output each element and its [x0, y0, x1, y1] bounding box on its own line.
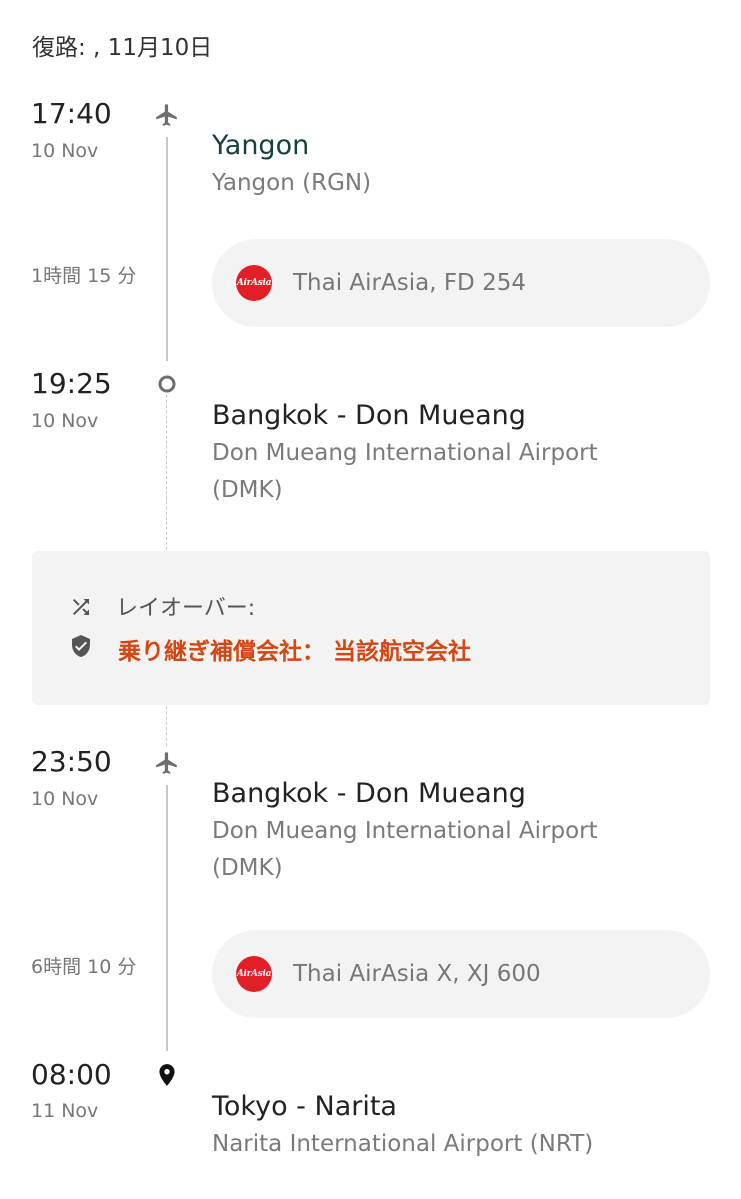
timeline-line — [166, 137, 168, 361]
arrival-date: 11 Nov — [31, 1100, 99, 1122]
departure-time: 17:40 — [31, 97, 112, 130]
shield-icon — [69, 634, 93, 658]
flight-number: Thai AirAsia X, XJ 600 — [293, 961, 541, 987]
departure-city: Bangkok - Don Mueang — [212, 778, 526, 809]
plane-icon — [154, 102, 180, 128]
flight-duration: 1時間 15 分 — [31, 265, 137, 287]
departure-time: 23:50 — [31, 745, 112, 778]
arrival-date: 10 Nov — [31, 410, 99, 432]
layover-box — [32, 551, 710, 705]
flight-number: Thai AirAsia, FD 254 — [293, 270, 526, 296]
arrival-time: 19:25 — [31, 367, 112, 400]
shuffle-icon — [69, 595, 93, 619]
location-pin-icon — [154, 1062, 180, 1088]
plane-icon — [154, 750, 180, 776]
departure-date: 10 Nov — [31, 140, 99, 162]
arrival-airport: Don Mueang International Airport (DMK) — [212, 440, 598, 503]
return-header: 復路: , 11月10日 — [32, 35, 213, 61]
airasia-logo: AirAsia — [236, 956, 272, 992]
timeline-dashed-line — [166, 706, 167, 746]
layover-label: レイオーバー: — [116, 596, 256, 621]
arrival-time: 08:00 — [31, 1058, 112, 1091]
departure-airport: Yangon (RGN) — [212, 170, 372, 196]
timeline-dashed-line — [166, 395, 167, 550]
arrival-airport: Narita International Airport (NRT) — [212, 1131, 594, 1157]
departure-date: 10 Nov — [31, 788, 99, 810]
flight-info-pill[interactable]: AirAsia Thai AirAsia, FD 254 — [212, 239, 710, 327]
departure-airport: Don Mueang International Airport (DMK) — [212, 818, 598, 881]
airasia-logo: AirAsia — [236, 265, 272, 301]
flight-duration: 6時間 10 分 — [31, 956, 137, 978]
arrival-city: Tokyo - Narita — [212, 1091, 397, 1122]
arrival-city: Bangkok - Don Mueang — [212, 400, 526, 431]
timeline-line — [166, 785, 168, 1051]
circle-stop-icon — [154, 371, 180, 397]
flight-info-pill[interactable]: AirAsia Thai AirAsia X, XJ 600 — [212, 930, 710, 1018]
departure-city: Yangon — [212, 130, 310, 161]
transfer-protection: 乗り継ぎ補償会社： 当該航空会社 — [118, 639, 472, 665]
